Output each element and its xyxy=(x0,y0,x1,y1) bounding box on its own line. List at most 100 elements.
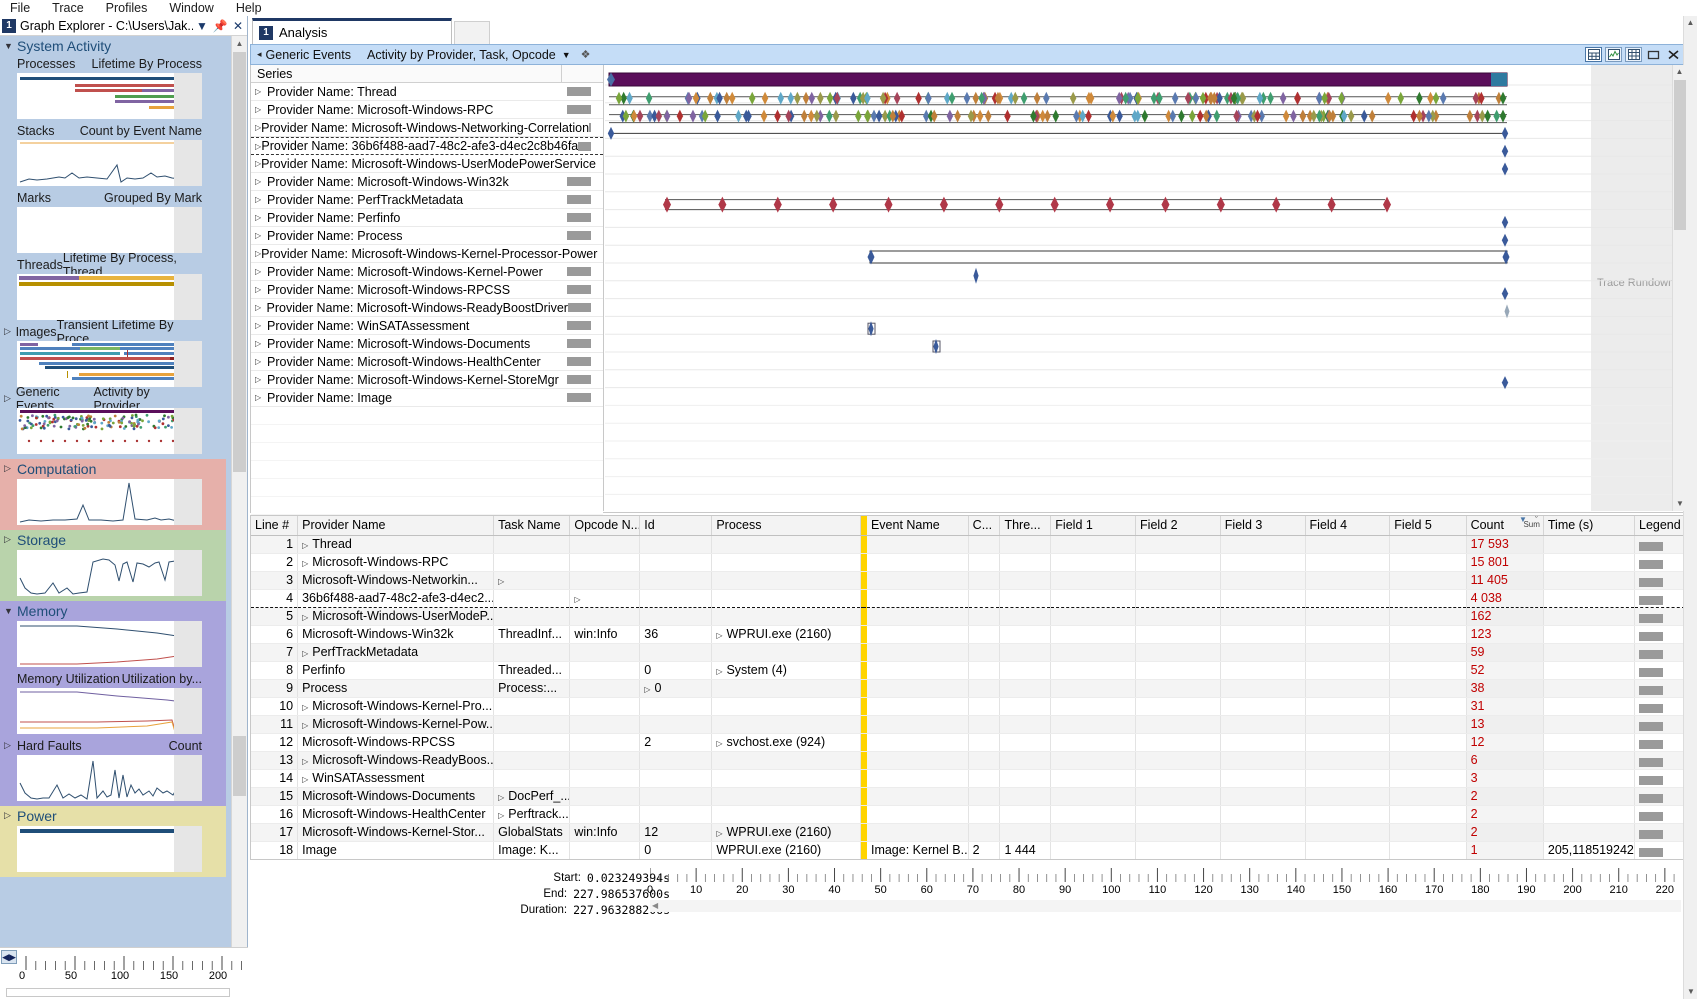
chevron-down-icon[interactable]: ▼ xyxy=(562,50,571,60)
chevron-right-icon[interactable]: ▷ xyxy=(255,231,267,240)
chevron-right-icon[interactable]: ▷ xyxy=(302,613,308,622)
graph-explorer-scrollbar[interactable]: ▲ ▼ xyxy=(231,36,247,962)
chevron-right-icon[interactable]: ▷ xyxy=(255,357,267,366)
series-row[interactable]: ▷ Provider Name: Process xyxy=(251,227,603,245)
chevron-right-icon[interactable] xyxy=(4,393,16,404)
column-header-opcode-name[interactable]: Opcode N... xyxy=(569,516,641,536)
table-row[interactable]: 12 Microsoft-Windows-RPCSS 2 ▷ svchost.exe (… xyxy=(251,733,1686,752)
mini-graph-marks[interactable] xyxy=(17,207,202,253)
table-row[interactable]: 6 Microsoft-Windows-Win32k ThreadInf... win… xyxy=(251,625,1686,644)
series-row[interactable]: ▷ Provider Name: Microsoft-Windows-RPCSS xyxy=(251,281,603,299)
chevron-down-icon[interactable]: ▼ xyxy=(193,19,211,33)
chevron-right-icon[interactable]: ▷ xyxy=(644,685,650,694)
close-view-icon[interactable] xyxy=(1665,47,1682,62)
chevron-right-icon[interactable]: ▷ xyxy=(255,393,267,402)
table-only-icon[interactable] xyxy=(1625,47,1642,62)
mini-graph-images[interactable] xyxy=(17,341,202,387)
graph-row-memory-utilization[interactable]: Memory Utilization Utilization by... xyxy=(0,670,226,687)
series-row[interactable]: ▷ Provider Name: 36b6f488-aad7-48c2-afe3-… xyxy=(251,137,603,155)
section-header-computation[interactable]: Computation xyxy=(0,459,226,478)
column-header-field-1[interactable]: Field 1 xyxy=(1050,516,1137,536)
chevron-right-icon[interactable]: ▷ xyxy=(255,285,267,294)
chevron-right-icon[interactable] xyxy=(4,463,17,474)
chevron-right-icon[interactable] xyxy=(4,740,17,751)
chevron-right-icon[interactable]: ▷ xyxy=(255,375,267,384)
scrollbar-thumb[interactable] xyxy=(233,52,246,472)
chevron-right-icon[interactable]: ▷ xyxy=(498,793,504,802)
chevron-right-icon[interactable]: ▷ xyxy=(302,757,308,766)
series-row[interactable]: ▷ Provider Name: Microsoft-Windows-RPC xyxy=(251,101,603,119)
chevron-right-icon[interactable]: ▷ xyxy=(716,739,722,748)
timeline-chart[interactable]: Trace Rundown xyxy=(605,65,1687,511)
table-row[interactable]: 16 Microsoft-Windows-HealthCenter ▷ Perftra… xyxy=(251,805,1686,824)
time-ruler[interactable]: 0 10 20 30 40 50 60 70 80 90 100 110 120 130 140 150 160… xyxy=(647,866,1681,912)
mini-graph-computation[interactable] xyxy=(17,479,202,525)
chevron-right-icon[interactable]: ▷ xyxy=(255,177,267,186)
chevron-right-icon[interactable]: ▷ xyxy=(498,577,504,586)
range-selector-handle[interactable]: ◀▶ xyxy=(1,950,17,964)
chevron-right-icon[interactable]: ▷ xyxy=(302,559,308,568)
column-header-thread[interactable]: Thre... xyxy=(999,516,1052,536)
menu-item-help[interactable]: Help xyxy=(236,1,275,15)
scrollbar-thumb-secondary[interactable] xyxy=(233,736,246,796)
chevron-right-icon[interactable] xyxy=(4,534,17,545)
menu-item-profiles[interactable]: Profiles xyxy=(106,1,161,15)
column-header-event-name[interactable]: Event Name xyxy=(866,516,969,536)
time-ruler-scrollbar[interactable]: ◀ xyxy=(650,900,1681,912)
drag-handle-icon[interactable]: ❖ xyxy=(581,48,591,61)
series-row[interactable]: ▷ Provider Name: Microsoft-Windows-Networ… xyxy=(251,119,603,137)
table-row[interactable]: 13 ▷ Microsoft-Windows-ReadyBoos... 6 xyxy=(251,751,1686,770)
series-row[interactable]: ▷ Provider Name: Microsoft-Windows-Kernel… xyxy=(251,371,603,389)
column-header-field-2[interactable]: Field 2 xyxy=(1135,516,1221,536)
series-row[interactable]: ▷ Provider Name: WinSATAssessment xyxy=(251,317,603,335)
series-row[interactable]: ▷ Provider Name: Microsoft-Windows-Kernel… xyxy=(251,263,603,281)
section-header-system-activity[interactable]: System Activity xyxy=(0,36,226,55)
column-header-time[interactable]: Time (s) xyxy=(1543,516,1636,536)
graph-row-threads[interactable]: Threads Lifetime By Process, Thread xyxy=(0,251,226,279)
tab-analysis[interactable]: 1 Analysis xyxy=(252,18,452,44)
column-header-task-name[interactable]: Task Name xyxy=(493,516,571,536)
mini-graph-storage[interactable] xyxy=(17,550,202,596)
mini-graph-power[interactable] xyxy=(17,826,202,872)
column-header-count[interactable]: Count ▼ ° Sum xyxy=(1466,516,1544,536)
column-header-field-4[interactable]: Field 4 xyxy=(1305,516,1391,536)
column-header-field-3[interactable]: Field 3 xyxy=(1220,516,1306,536)
chevron-right-icon[interactable]: ▷ xyxy=(302,721,308,730)
scroll-down-arrow-icon[interactable]: ▼ xyxy=(1684,985,1697,999)
series-row[interactable]: ▷ Provider Name: Microsoft-Windows-Kernel… xyxy=(251,245,603,263)
chevron-right-icon[interactable]: ▷ xyxy=(255,195,267,204)
menu-item-window[interactable]: Window xyxy=(169,1,226,15)
series-row[interactable]: ▷ Provider Name: Perfinfo xyxy=(251,209,603,227)
chevron-right-icon[interactable]: ▷ xyxy=(255,105,267,114)
series-row[interactable]: ▷ Provider Name: Microsoft-Windows-Docume… xyxy=(251,335,603,353)
scroll-up-arrow-icon[interactable]: ▲ xyxy=(1673,65,1686,79)
table-row[interactable]: 15 Microsoft-Windows-Documents ▷ DocPerf_..… xyxy=(251,787,1686,806)
table-row[interactable]: 11 ▷ Microsoft-Windows-Kernel-Pow... 13 xyxy=(251,715,1686,734)
chevron-right-icon[interactable] xyxy=(4,810,17,821)
series-row[interactable]: ▷ Provider Name: Microsoft-Windows-ReadyB… xyxy=(251,299,603,317)
graph-row-stacks[interactable]: Stacks Count by Event Name xyxy=(0,122,226,139)
pin-icon[interactable]: 📌 xyxy=(211,19,229,33)
table-row[interactable]: 17 Microsoft-Windows-Kernel-Stor... Global… xyxy=(251,823,1686,842)
section-header-power[interactable]: Power xyxy=(0,806,226,825)
graph-row-images[interactable]: Images Transient Lifetime By Proce... xyxy=(0,318,226,346)
table-row[interactable]: 14 ▷ WinSATAssessment 3 xyxy=(251,769,1686,788)
graph-row-generic-events[interactable]: Generic Events Activity by Provider,... xyxy=(0,385,226,413)
table-row[interactable]: 18 Image Image: K... 0 WPRUI.exe (2160) Image… xyxy=(251,841,1686,859)
table-row[interactable]: 8 Perfinfo Threaded... 0 ▷ System (4) 52 xyxy=(251,661,1686,680)
chevron-right-icon[interactable]: ▷ xyxy=(302,541,308,550)
series-row[interactable]: ▷ Provider Name: Microsoft-Windows-UserMo… xyxy=(251,155,603,173)
mini-graph-threads[interactable] xyxy=(17,274,202,320)
chevron-right-icon[interactable]: ▷ xyxy=(574,595,580,604)
column-header-line[interactable]: Line # xyxy=(251,516,299,536)
mini-graph-memory[interactable] xyxy=(17,621,202,667)
chevron-right-icon[interactable]: ▷ xyxy=(302,703,308,712)
mini-graph-stacks[interactable] xyxy=(17,140,202,186)
column-header-id[interactable]: Id xyxy=(639,516,713,536)
column-header-field-5[interactable]: Field 5 xyxy=(1389,516,1467,536)
graph-row-marks[interactable]: Marks Grouped By Mark xyxy=(0,189,226,206)
chevron-right-icon[interactable]: ▷ xyxy=(255,213,267,222)
close-icon[interactable]: ✕ xyxy=(229,19,247,33)
scrollbar-thumb[interactable] xyxy=(1674,80,1686,230)
graph-only-icon[interactable] xyxy=(1605,47,1622,62)
